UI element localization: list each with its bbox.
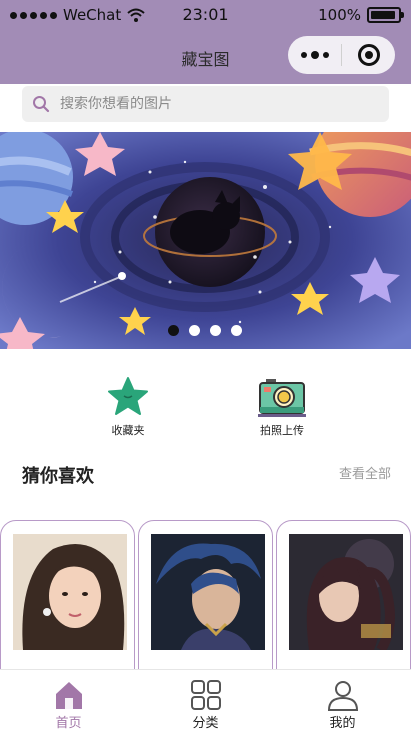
home-icon bbox=[55, 682, 82, 709]
card-thumbnail bbox=[151, 534, 265, 650]
favorites-label: 收藏夹 bbox=[111, 424, 145, 437]
close-mini-program-button[interactable] bbox=[342, 36, 395, 74]
status-bar: WeChat 23:01 100% bbox=[0, 0, 411, 32]
bottom-tab-bar: 首页 分类 我的 bbox=[0, 669, 411, 731]
carousel-dot[interactable] bbox=[168, 325, 179, 336]
tab-category[interactable]: 分类 bbox=[137, 670, 274, 731]
banner-image bbox=[0, 132, 411, 349]
mini-program-capsule bbox=[288, 36, 395, 74]
user-icon bbox=[327, 681, 358, 711]
image-card[interactable] bbox=[0, 520, 135, 690]
more-dots-icon bbox=[300, 52, 307, 58]
search-icon bbox=[33, 96, 50, 113]
search-bar[interactable] bbox=[22, 86, 389, 122]
search-input[interactable] bbox=[60, 96, 360, 112]
battery-icon bbox=[367, 7, 404, 23]
grid-icon bbox=[190, 680, 221, 710]
header: WeChat 23:01 100% 藏宝图 bbox=[0, 0, 411, 84]
tab-label: 我的 bbox=[329, 716, 356, 731]
more-button[interactable] bbox=[288, 36, 341, 74]
tab-label: 首页 bbox=[55, 716, 82, 731]
banner-carousel[interactable] bbox=[0, 132, 411, 349]
upload-photo-label: 拍照上传 bbox=[260, 424, 304, 437]
app-page: WeChat 23:01 100% 藏宝图 搜索你想看的图片 收藏夹 拍照上传 … bbox=[0, 0, 411, 731]
carousel-indicators bbox=[168, 325, 242, 336]
battery-percent: 100% bbox=[318, 6, 361, 24]
target-icon bbox=[357, 44, 380, 66]
tab-label: 分类 bbox=[192, 716, 219, 731]
image-card[interactable] bbox=[138, 520, 273, 690]
image-card[interactable] bbox=[276, 520, 411, 690]
card-thumbnail bbox=[289, 534, 403, 650]
tab-home[interactable]: 首页 bbox=[0, 670, 137, 731]
view-all-link[interactable]: 查看全部 bbox=[339, 463, 391, 482]
upload-photo-shortcut[interactable]: 拍照上传 bbox=[232, 372, 332, 438]
carousel-dot[interactable] bbox=[210, 325, 221, 336]
tab-mine[interactable]: 我的 bbox=[274, 670, 411, 731]
card-thumbnail bbox=[13, 534, 127, 650]
favorites-shortcut[interactable]: 收藏夹 bbox=[78, 372, 178, 438]
carousel-dot[interactable] bbox=[189, 325, 200, 336]
camera-icon bbox=[258, 379, 306, 417]
section-title: 猜你喜欢 bbox=[22, 466, 94, 487]
carousel-dot[interactable] bbox=[231, 325, 242, 336]
star-icon bbox=[108, 377, 148, 415]
